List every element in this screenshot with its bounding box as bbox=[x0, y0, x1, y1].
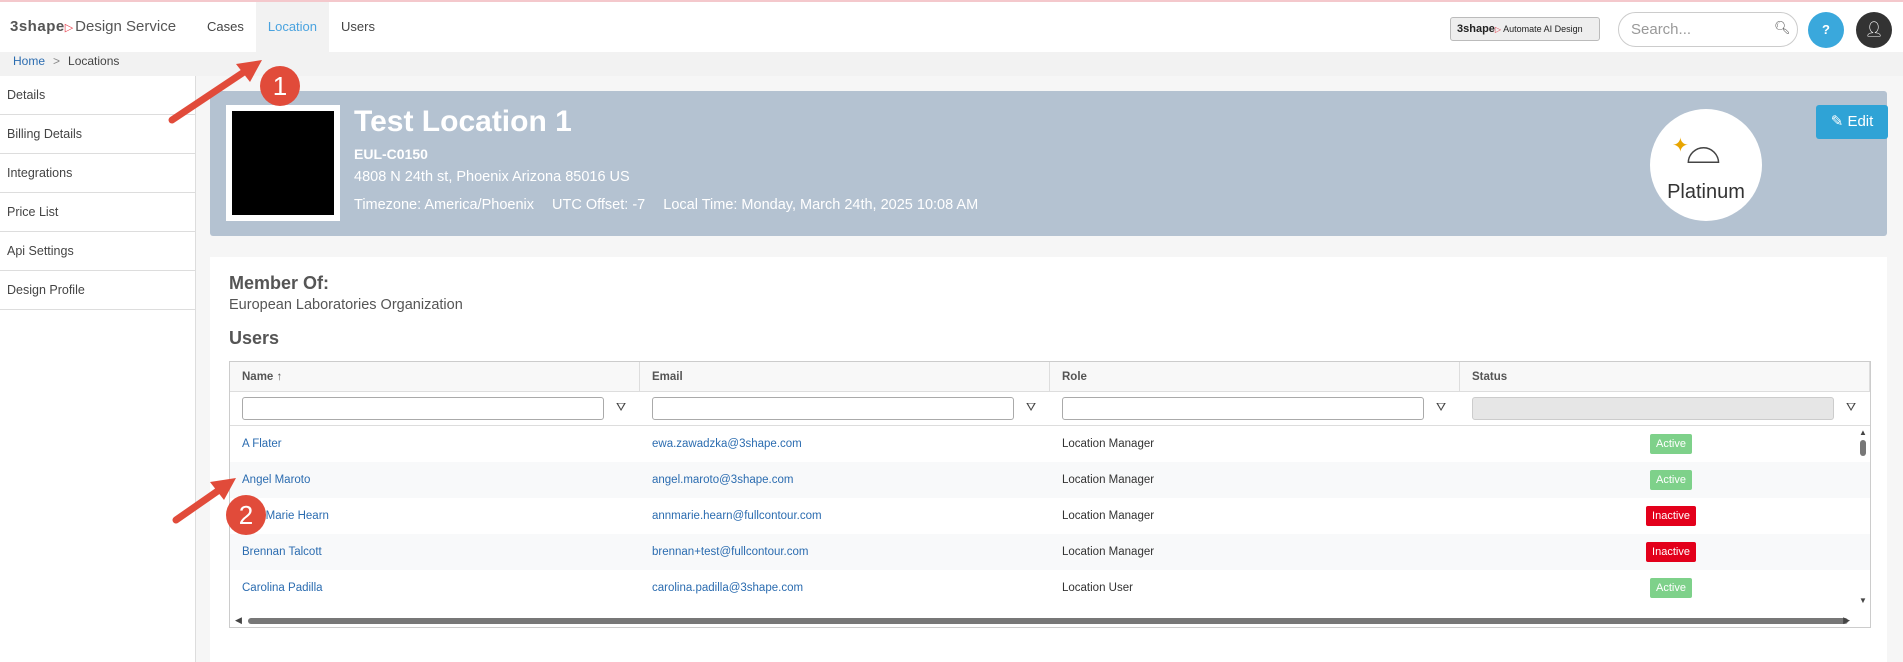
annotation-arrow-1 bbox=[168, 64, 254, 124]
annotation-arrow-2 bbox=[172, 484, 226, 524]
annotation-marker-2: 2 bbox=[226, 495, 266, 535]
annotation-marker-1: 1 bbox=[260, 66, 300, 106]
